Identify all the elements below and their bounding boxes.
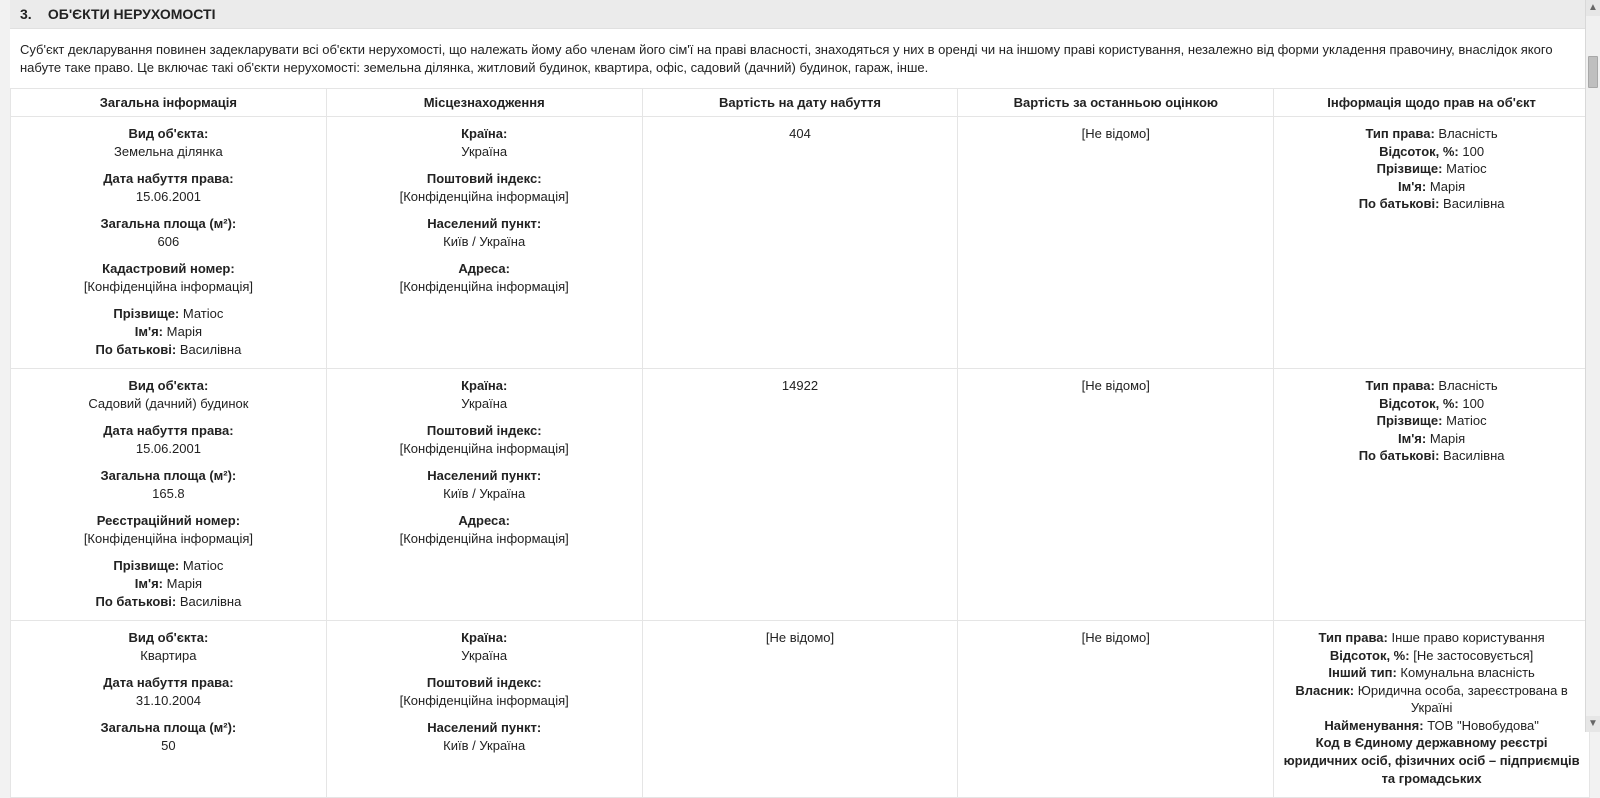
kv-pair: Країна:Україна: [333, 125, 636, 160]
kv-inline: Відсоток, %: [Не застосовується]: [1280, 647, 1583, 665]
kv-pair: Населений пункт:Київ / Україна: [333, 719, 636, 754]
kv-inline: Прізвище: Матіос: [17, 305, 320, 323]
kv-inline: Ім'я: Марія: [17, 323, 320, 341]
cost-acq-value: 14922: [649, 377, 952, 395]
kv-inline: По батькові: Василівна: [1280, 447, 1583, 465]
col-rights: Інформація щодо прав на об'єкт: [1274, 89, 1590, 117]
table-header-row: Загальна інформація Місцезнаходження Вар…: [11, 89, 1590, 117]
cell-cost-last: [Не відомо]: [958, 621, 1274, 798]
kv-inline: Ім'я: Марія: [1280, 178, 1583, 196]
section-number: 3.: [20, 6, 44, 22]
cost-last-value: [Не відомо]: [964, 629, 1267, 647]
kv-pair: Дата набуття права:15.06.2001: [17, 170, 320, 205]
kv-pair: Реєстраційний номер:[Конфіденційна інфор…: [17, 512, 320, 547]
cell-cost-last: [Не відомо]: [958, 117, 1274, 369]
kv-pair: Поштовий індекс:[Конфіденційна інформаці…: [333, 170, 636, 205]
kv-pair: Кадастровий номер:[Конфіденційна інформа…: [17, 260, 320, 295]
cell-general: Вид об'єкта:Садовий (дачний) будинок Дата…: [11, 369, 327, 621]
kv-inline: Тип права: Власність: [1280, 377, 1583, 395]
kv-inline: По батькові: Василівна: [17, 593, 320, 611]
cell-location: Країна:Україна Поштовий індекс:[Конфіденц…: [326, 621, 642, 798]
cost-last-value: [Не відомо]: [964, 377, 1267, 395]
kv-pair: Населений пункт:Київ / Україна: [333, 215, 636, 250]
kv-inline: Відсоток, %: 100: [1280, 395, 1583, 413]
cost-acq-value: 404: [649, 125, 952, 143]
table-row: Вид об'єкта:Квартира Дата набуття права:3…: [11, 621, 1590, 798]
col-general-info: Загальна інформація: [11, 89, 327, 117]
cell-location: Країна:Україна Поштовий індекс:[Конфіденц…: [326, 369, 642, 621]
kv-inline: Прізвище: Матіос: [17, 557, 320, 575]
kv-inline: Прізвище: Матіос: [1280, 160, 1583, 178]
cell-rights: Тип права: ВласністьВідсоток, %: 100Пріз…: [1274, 117, 1590, 369]
col-cost-acq: Вартість на дату набуття: [642, 89, 958, 117]
kv-inline: По батькові: Василівна: [17, 341, 320, 359]
section-intro: Суб'єкт декларування повинен задекларува…: [10, 29, 1590, 88]
table-row: Вид об'єкта:Земельна ділянка Дата набуття…: [11, 117, 1590, 369]
cell-general: Вид об'єкта:Земельна ділянка Дата набуття…: [11, 117, 327, 369]
edr-label: Код в Єдиному державному реєстрі юридичн…: [1280, 734, 1583, 787]
kv-pair: Країна:Україна: [333, 629, 636, 664]
kv-pair: Загальна площа (м²):165.8: [17, 467, 320, 502]
scrollbar[interactable]: ▲ ▼: [1585, 0, 1600, 732]
col-location: Місцезнаходження: [326, 89, 642, 117]
kv-inline: Ім'я: Марія: [17, 575, 320, 593]
kv-pair: Поштовий індекс:[Конфіденційна інформаці…: [333, 422, 636, 457]
cell-cost-acq: 404: [642, 117, 958, 369]
kv-inline: Інший тип: Комунальна власність: [1280, 664, 1583, 682]
kv-pair: Дата набуття права:15.06.2001: [17, 422, 320, 457]
kv-inline: Тип права: Власність: [1280, 125, 1583, 143]
kv-pair: Загальна площа (м²):606: [17, 215, 320, 250]
scrollbar-thumb[interactable]: [1588, 56, 1598, 88]
kv-pair: Поштовий індекс:[Конфіденційна інформаці…: [333, 674, 636, 709]
table-row: Вид об'єкта:Садовий (дачний) будинок Дата…: [11, 369, 1590, 621]
kv-pair: Вид об'єкта:Земельна ділянка: [17, 125, 320, 160]
cell-cost-acq: 14922: [642, 369, 958, 621]
kv-pair: Адреса:[Конфіденційна інформація]: [333, 512, 636, 547]
cost-last-value: [Не відомо]: [964, 125, 1267, 143]
kv-pair: Вид об'єкта:Квартира: [17, 629, 320, 664]
section-title: ОБ'ЄКТИ НЕРУХОМОСТІ: [48, 6, 216, 22]
kv-inline: Прізвище: Матіос: [1280, 412, 1583, 430]
scroll-down-icon[interactable]: ▼: [1586, 716, 1600, 732]
kv-inline: Власник: Юридична особа, зареєстрована в…: [1280, 682, 1583, 717]
cell-cost-acq: [Не відомо]: [642, 621, 958, 798]
kv-pair: Вид об'єкта:Садовий (дачний) будинок: [17, 377, 320, 412]
kv-pair: Населений пункт:Київ / Україна: [333, 467, 636, 502]
scroll-up-icon[interactable]: ▲: [1586, 0, 1600, 16]
kv-pair: Дата набуття права:31.10.2004: [17, 674, 320, 709]
cell-rights: Тип права: Інше право користуванняВідсот…: [1274, 621, 1590, 798]
cell-location: Країна:Україна Поштовий індекс:[Конфіденц…: [326, 117, 642, 369]
kv-pair: Загальна площа (м²):50: [17, 719, 320, 754]
cell-general: Вид об'єкта:Квартира Дата набуття права:3…: [11, 621, 327, 798]
section-header: 3. ОБ'ЄКТИ НЕРУХОМОСТІ: [10, 0, 1590, 29]
cost-acq-value: [Не відомо]: [649, 629, 952, 647]
kv-pair: Країна:Україна: [333, 377, 636, 412]
kv-pair: Адреса:[Конфіденційна інформація]: [333, 260, 636, 295]
cell-cost-last: [Не відомо]: [958, 369, 1274, 621]
col-cost-last: Вартість за останньою оцінкою: [958, 89, 1274, 117]
cell-rights: Тип права: ВласністьВідсоток, %: 100Пріз…: [1274, 369, 1590, 621]
property-table: Загальна інформація Місцезнаходження Вар…: [10, 88, 1590, 798]
person-block: Прізвище: МатіосІм'я: МаріяПо батькові: …: [17, 557, 320, 610]
kv-inline: По батькові: Василівна: [1280, 195, 1583, 213]
person-block: Прізвище: МатіосІм'я: МаріяПо батькові: …: [17, 305, 320, 358]
kv-inline: Відсоток, %: 100: [1280, 143, 1583, 161]
kv-inline: Ім'я: Марія: [1280, 430, 1583, 448]
kv-inline: Тип права: Інше право користування: [1280, 629, 1583, 647]
